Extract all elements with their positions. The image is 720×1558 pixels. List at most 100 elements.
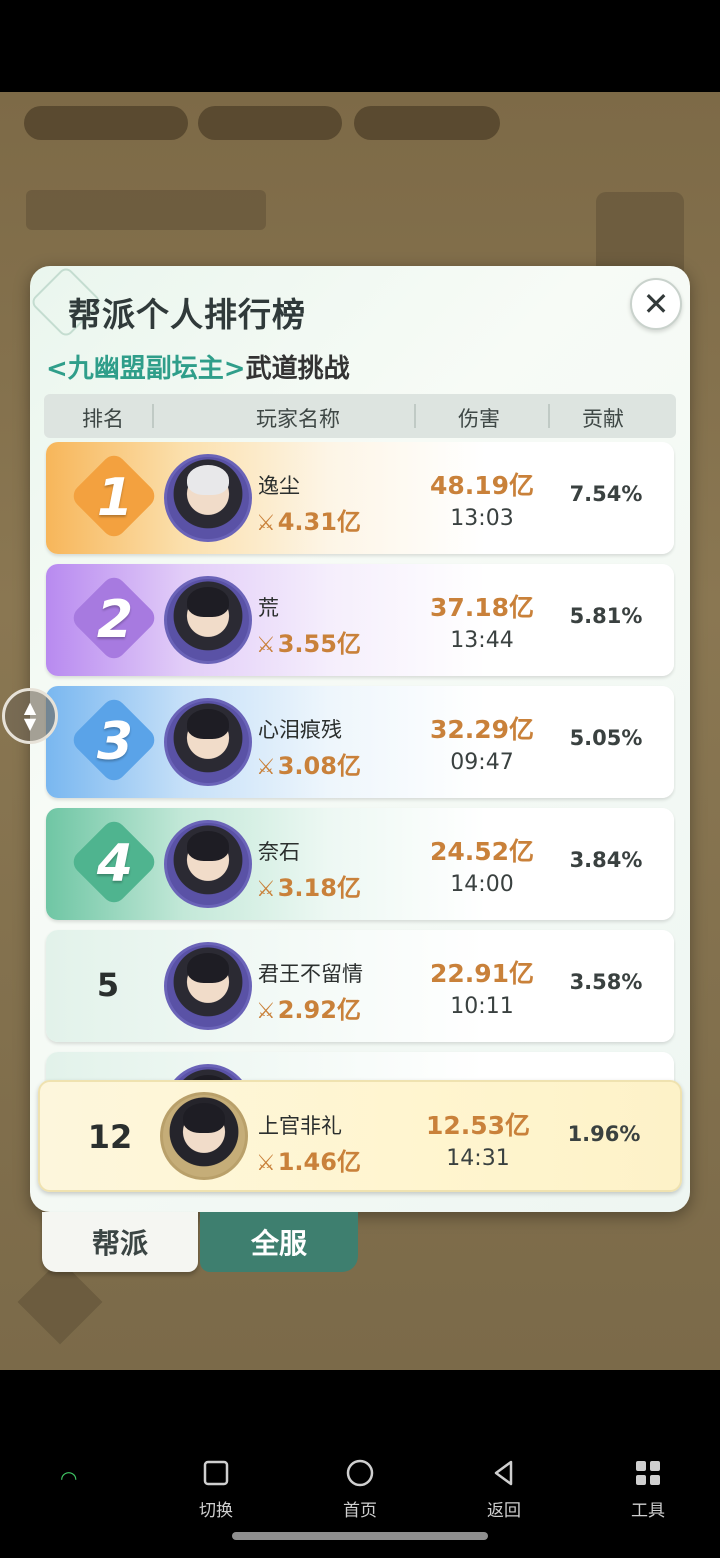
header-rank: 排名 bbox=[82, 407, 124, 431]
avatar[interactable] bbox=[164, 942, 252, 1030]
grid-icon bbox=[636, 1461, 660, 1485]
subtitle-role: <九幽盟副坛主> bbox=[46, 354, 246, 384]
back-triangle-icon bbox=[494, 1460, 513, 1486]
tab-guild[interactable]: 帮派 bbox=[42, 1212, 198, 1272]
rank-badge-blue: 3 bbox=[68, 694, 160, 786]
nav-tools-button[interactable]: 工具 bbox=[608, 1458, 688, 1521]
player-name: 逸尘 bbox=[258, 474, 300, 498]
nav-switch-button[interactable]: 切换 bbox=[176, 1458, 256, 1521]
power-text: 3.08亿 bbox=[277, 752, 361, 780]
my-contribution-value: 1.96% bbox=[567, 1122, 641, 1146]
contribution-value: 3.58% bbox=[569, 970, 643, 994]
circle-icon bbox=[346, 1459, 374, 1487]
my-power-value: ⚔1.46亿 bbox=[256, 1142, 361, 1177]
my-player-name: 上官非礼 bbox=[258, 1114, 342, 1138]
player-name: 君王不留情 bbox=[258, 962, 363, 986]
contribution-value: 3.84% bbox=[569, 848, 643, 872]
row-background bbox=[46, 1052, 674, 1082]
crossed-swords-icon: ⚔ bbox=[256, 633, 276, 658]
crossed-swords-icon: ⚔ bbox=[256, 511, 276, 536]
table-row[interactable]: 2 荒 ⚔3.55亿 37.18亿 13:44 5.81% bbox=[46, 564, 674, 676]
ranking-list[interactable]: 1 逸尘 ⚔4.31亿 48.19亿 13:03 7.54% 2 荒 ⚔3.55… bbox=[44, 442, 676, 1082]
wifi-icon: ◠ bbox=[60, 1466, 78, 1490]
header-divider bbox=[152, 404, 154, 428]
header-divider bbox=[414, 404, 416, 428]
ranking-panel: 帮派个人排行榜 ✕ <九幽盟副坛主>武道挑战 排名 玩家名称 伤害 贡献 1 逸… bbox=[30, 266, 690, 1212]
power-value: ⚔3.55亿 bbox=[256, 624, 361, 659]
subtitle: <九幽盟副坛主>武道挑战 bbox=[46, 348, 350, 385]
avatar[interactable] bbox=[164, 820, 252, 908]
rank-badge-gold: 1 bbox=[68, 450, 160, 542]
damage-value: 22.91亿 bbox=[429, 959, 535, 988]
crossed-swords-icon: ⚔ bbox=[256, 755, 276, 780]
system-nav-bar: ◠ 切换 首页 返回 工具 bbox=[0, 1370, 720, 1558]
player-info-pill bbox=[24, 106, 188, 140]
time-value: 09:47 bbox=[450, 750, 514, 775]
rank-number: 3 bbox=[96, 712, 134, 772]
nav-switch-label: 切换 bbox=[199, 1501, 233, 1521]
nav-tools-label: 工具 bbox=[631, 1501, 665, 1521]
my-damage-value: 12.53亿 bbox=[425, 1111, 531, 1140]
rank-badge-purple: 2 bbox=[68, 572, 160, 664]
power-value: ⚔3.18亿 bbox=[256, 868, 361, 903]
nav-back-button[interactable]: 返回 bbox=[464, 1458, 544, 1521]
table-row[interactable]: 3 心泪痕残 ⚔3.08亿 32.29亿 09:47 5.05% bbox=[46, 686, 674, 798]
background-deco bbox=[17, 1259, 103, 1345]
player-name: 荒 bbox=[258, 596, 279, 620]
power-text: 4.31亿 bbox=[277, 508, 361, 536]
avatar[interactable] bbox=[164, 454, 252, 542]
currency-pill bbox=[198, 106, 342, 140]
time-value: 10:11 bbox=[450, 994, 514, 1019]
close-button[interactable]: ✕ bbox=[630, 278, 682, 330]
power-text: 3.18亿 bbox=[277, 874, 361, 902]
header-player: 玩家名称 bbox=[256, 407, 340, 431]
nav-home-label: 首页 bbox=[343, 1501, 377, 1521]
contribution-value: 5.81% bbox=[569, 604, 643, 628]
table-row[interactable] bbox=[46, 1052, 674, 1082]
gesture-bar[interactable] bbox=[232, 1532, 488, 1540]
power-value: ⚔3.08亿 bbox=[256, 746, 361, 781]
avatar[interactable] bbox=[164, 576, 252, 664]
tab-server[interactable]: 全服 bbox=[200, 1212, 358, 1272]
power-value: ⚔4.31亿 bbox=[256, 502, 361, 537]
contribution-value: 5.05% bbox=[569, 726, 643, 750]
header-damage: 伤害 bbox=[458, 407, 500, 431]
square-icon bbox=[203, 1460, 229, 1486]
crossed-swords-icon: ⚔ bbox=[256, 1151, 276, 1176]
contribution-value: 7.54% bbox=[569, 482, 643, 506]
drag-handle-icon[interactable]: ▲ ▼ bbox=[2, 688, 58, 744]
status-bar bbox=[0, 0, 720, 92]
crossed-swords-icon: ⚔ bbox=[256, 877, 276, 902]
table-row[interactable]: 4 奈石 ⚔3.18亿 24.52亿 14:00 3.84% bbox=[46, 808, 674, 920]
table-row[interactable]: 1 逸尘 ⚔4.31亿 48.19亿 13:03 7.54% bbox=[46, 442, 674, 554]
rank-number: 5 bbox=[96, 966, 120, 1004]
header-contribution: 贡献 bbox=[582, 407, 624, 431]
power-value: ⚔2.92亿 bbox=[256, 990, 361, 1025]
my-avatar[interactable] bbox=[160, 1092, 248, 1180]
table-row[interactable]: 5 君王不留情 ⚔2.92亿 22.91亿 10:11 3.58% bbox=[46, 930, 674, 1042]
damage-value: 24.52亿 bbox=[429, 837, 535, 866]
power-text: 2.92亿 bbox=[277, 996, 361, 1024]
damage-value: 37.18亿 bbox=[429, 593, 535, 622]
time-value: 14:00 bbox=[450, 872, 514, 897]
player-name: 心泪痕残 bbox=[258, 718, 342, 742]
my-rank-number: 12 bbox=[87, 1118, 133, 1156]
panel-title: 帮派个人排行榜 bbox=[68, 295, 306, 334]
currency-pill-2 bbox=[354, 106, 500, 140]
my-time-value: 14:31 bbox=[446, 1146, 510, 1171]
power-text: 1.46亿 bbox=[277, 1148, 361, 1176]
table-header: 排名 玩家名称 伤害 贡献 bbox=[44, 394, 676, 438]
damage-value: 32.29亿 bbox=[429, 715, 535, 744]
background-deco bbox=[26, 190, 266, 230]
crossed-swords-icon: ⚔ bbox=[256, 999, 276, 1024]
my-rank-row[interactable]: 12 上官非礼 ⚔1.46亿 12.53亿 14:31 1.96% bbox=[38, 1080, 682, 1192]
close-icon: ✕ bbox=[642, 285, 670, 323]
player-name: 奈石 bbox=[258, 840, 300, 864]
header-divider bbox=[548, 404, 550, 428]
avatar[interactable] bbox=[164, 698, 252, 786]
nav-home-button[interactable]: 首页 bbox=[320, 1458, 400, 1521]
power-text: 3.55亿 bbox=[277, 630, 361, 658]
damage-value: 48.19亿 bbox=[429, 471, 535, 500]
rank-badge-green: 4 bbox=[68, 816, 160, 908]
nav-back-label: 返回 bbox=[487, 1501, 521, 1521]
